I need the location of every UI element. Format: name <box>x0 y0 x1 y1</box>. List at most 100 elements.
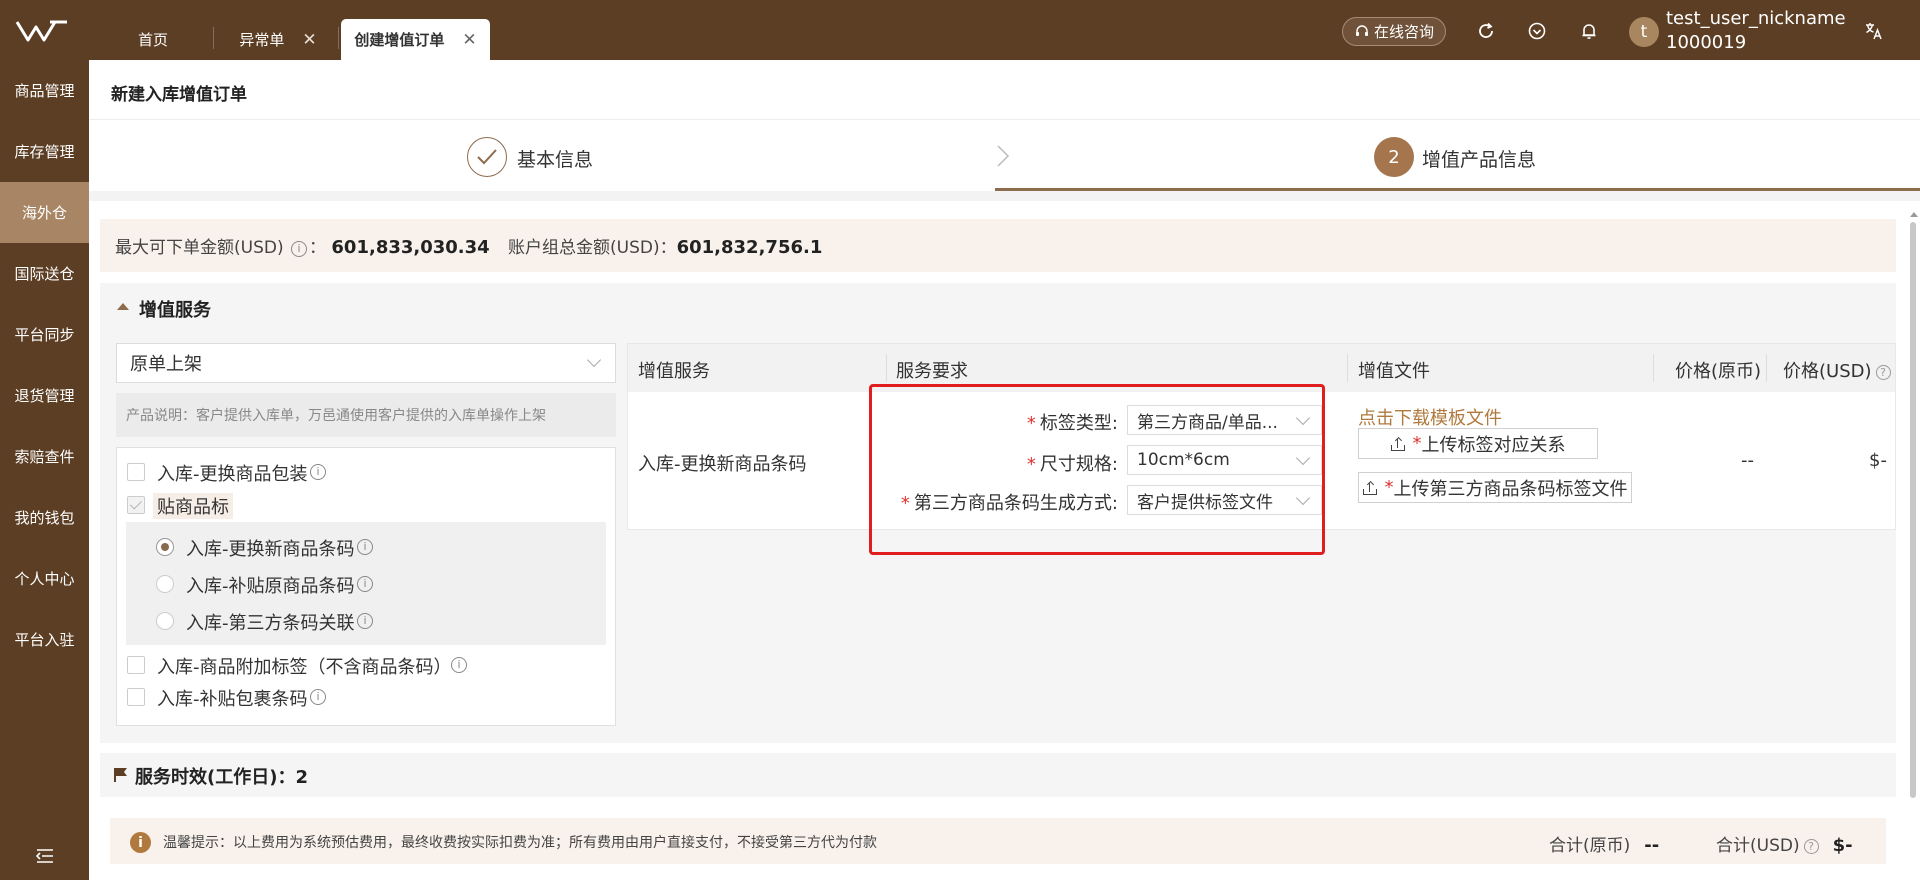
option-label: 入库-商品附加标签（不含商品条码） <box>157 657 452 678</box>
option-label: 入库-更换新商品条码 <box>186 539 355 560</box>
sidebar-item-label: 商品管理 <box>14 82 75 100</box>
sidebar-item-label: 个人中心 <box>14 570 75 588</box>
tab-home[interactable]: 首页 <box>110 19 196 60</box>
sidebar-item-claims[interactable]: 索赔查件 <box>0 426 89 487</box>
tab-create-vas-order[interactable]: 创建增值订单 ✕ <box>341 19 490 60</box>
divider <box>89 119 1920 120</box>
table-cell-price-orig: -- <box>1741 450 1754 471</box>
group-total-value: 601,832,756.1 <box>676 237 823 258</box>
column-header: 价格(原币) <box>1675 361 1762 382</box>
radio-reapply-barcode[interactable] <box>156 575 174 593</box>
vas-type-value: 原单上架 <box>130 354 202 375</box>
option-label: 入库-更换商品包装 <box>157 464 308 485</box>
column-divider <box>1653 354 1654 382</box>
brand-logo[interactable] <box>14 18 70 44</box>
group-total-amount: 账户组总金额(USD)：601,832,756.1 <box>508 233 822 258</box>
max-order-value: 601,833,030.34 <box>331 237 490 258</box>
vas-section-title: 增值服务 <box>139 300 211 321</box>
download-template-link[interactable]: 点击下载模板文件 <box>1358 404 1502 430</box>
sidebar-item-inventory[interactable]: 库存管理 <box>0 121 89 182</box>
help-icon[interactable]: ? <box>1803 839 1819 854</box>
option-label: 入库-补贴原商品条码 <box>186 576 355 597</box>
sidebar-item-onboarding[interactable]: 平台入驻 <box>0 609 89 670</box>
user-info[interactable]: test_user_nickname 1000019 <box>1666 7 1846 55</box>
info-icon[interactable]: i <box>357 539 373 555</box>
vertical-scrollbar[interactable] <box>1908 212 1920 810</box>
option-label: 入库-第三方条码关联 <box>186 613 355 634</box>
divider <box>89 191 1920 201</box>
sidebar-item-label: 索赔查件 <box>14 448 75 466</box>
sidebar-item-label: 库存管理 <box>14 143 75 161</box>
column-header: 服务要求 <box>896 361 968 382</box>
option-label: 贴商品标 <box>153 493 233 519</box>
translate-icon[interactable] <box>1864 21 1884 41</box>
step-2-number: 2 <box>1374 137 1414 177</box>
chevron-right-icon <box>997 145 1010 167</box>
info-icon[interactable]: i <box>310 689 326 705</box>
refresh-icon[interactable] <box>1476 21 1496 41</box>
page-title: 新建入库增值订单 <box>111 85 247 105</box>
tab-exception-orders[interactable]: 异常单 ✕ <box>220 19 336 60</box>
product-description: 产品说明：客户提供入库单，万邑通使用客户提供的入库单操作上架 <box>116 393 616 437</box>
sidebar-item-label: 海外仓 <box>21 204 67 222</box>
sidebar-item-wallet[interactable]: 我的钱包 <box>0 487 89 548</box>
top-bar: 首页 异常单 ✕ 创建增值订单 ✕ 在线咨询 t test_user_nickn… <box>0 0 1920 60</box>
close-icon[interactable]: ✕ <box>462 30 476 50</box>
info-icon[interactable]: i <box>357 576 373 592</box>
menu-collapse-icon[interactable] <box>36 848 54 864</box>
bell-icon[interactable] <box>1579 21 1599 41</box>
sidebar-item-returns[interactable]: 退货管理 <box>0 365 89 426</box>
info-icon[interactable]: i <box>291 241 307 257</box>
checkbox-extra-label[interactable] <box>127 656 145 674</box>
online-consult-button[interactable]: 在线咨询 <box>1342 17 1446 46</box>
collapse-caret-icon[interactable] <box>117 303 129 310</box>
checkbox-parcel-barcode[interactable] <box>127 688 145 706</box>
feedback-icon[interactable] <box>1527 21 1547 41</box>
upload-mapping-button[interactable]: * 上传标签对应关系 <box>1358 428 1598 459</box>
upload-icon <box>1362 481 1377 495</box>
sum-usd: 合计(USD)? $- <box>1716 831 1853 856</box>
info-icon[interactable]: i <box>451 657 467 673</box>
sum-orig-value: -- <box>1644 835 1660 856</box>
sidebar-item-intl-delivery[interactable]: 国际送仓 <box>0 243 89 304</box>
checkbox-replace-packaging[interactable] <box>127 463 145 481</box>
sum-orig-label: 合计(原币) <box>1549 836 1631 856</box>
info-icon[interactable]: i <box>357 613 373 629</box>
option-label: 入库-补贴包裹条码 <box>157 689 308 710</box>
user-id: 1000019 <box>1666 32 1747 53</box>
radio-new-barcode[interactable] <box>156 538 174 556</box>
upload-barcode-file-button[interactable]: * 上传第三方商品条码标签文件 <box>1358 472 1632 503</box>
scroll-thumb[interactable] <box>1910 222 1916 798</box>
sidebar-item-overseas-warehouse[interactable]: 海外仓 <box>0 182 89 243</box>
consult-label: 在线咨询 <box>1373 23 1434 41</box>
table-cell-service: 入库-更换新商品条码 <box>638 454 807 475</box>
column-divider <box>886 354 887 382</box>
vas-type-select[interactable]: 原单上架 <box>116 343 616 383</box>
sidebar-item-label: 平台同步 <box>14 326 75 344</box>
service-time-label: 服务时效(工作日)：2 <box>135 767 308 788</box>
checkbox-apply-label[interactable] <box>127 496 145 514</box>
column-header: 价格(USD)? <box>1783 357 1891 383</box>
sidebar-item-products[interactable]: 商品管理 <box>0 60 89 121</box>
max-order-amount: 最大可下单金额(USD) i： 601,833,030.34 <box>115 237 490 258</box>
column-divider <box>1766 354 1767 382</box>
sum-usd-value: $- <box>1832 835 1853 856</box>
avatar[interactable]: t <box>1629 17 1659 47</box>
sum-original: 合计(原币) -- <box>1549 831 1659 856</box>
tab-label: 创建增值订单 <box>354 31 445 49</box>
column-header: 增值服务 <box>638 361 710 382</box>
upload-label: 上传标签对应关系 <box>1421 434 1566 456</box>
radio-third-party-barcode[interactable] <box>156 612 174 630</box>
help-icon[interactable]: ? <box>1875 365 1891 380</box>
upload-label: 上传第三方商品条码标签文件 <box>1393 478 1628 500</box>
user-name: test_user_nickname <box>1666 8 1846 29</box>
tab-divider <box>213 27 214 49</box>
vas-section-header[interactable] <box>100 283 1896 333</box>
avatar-letter: t <box>1640 22 1648 42</box>
step-1-done-icon <box>467 137 507 177</box>
info-icon[interactable]: i <box>310 464 326 480</box>
scroll-up-arrow-icon[interactable] <box>1910 212 1918 217</box>
sidebar-item-profile[interactable]: 个人中心 <box>0 548 89 609</box>
close-icon[interactable]: ✕ <box>302 30 316 50</box>
sidebar-item-platform-sync[interactable]: 平台同步 <box>0 304 89 365</box>
